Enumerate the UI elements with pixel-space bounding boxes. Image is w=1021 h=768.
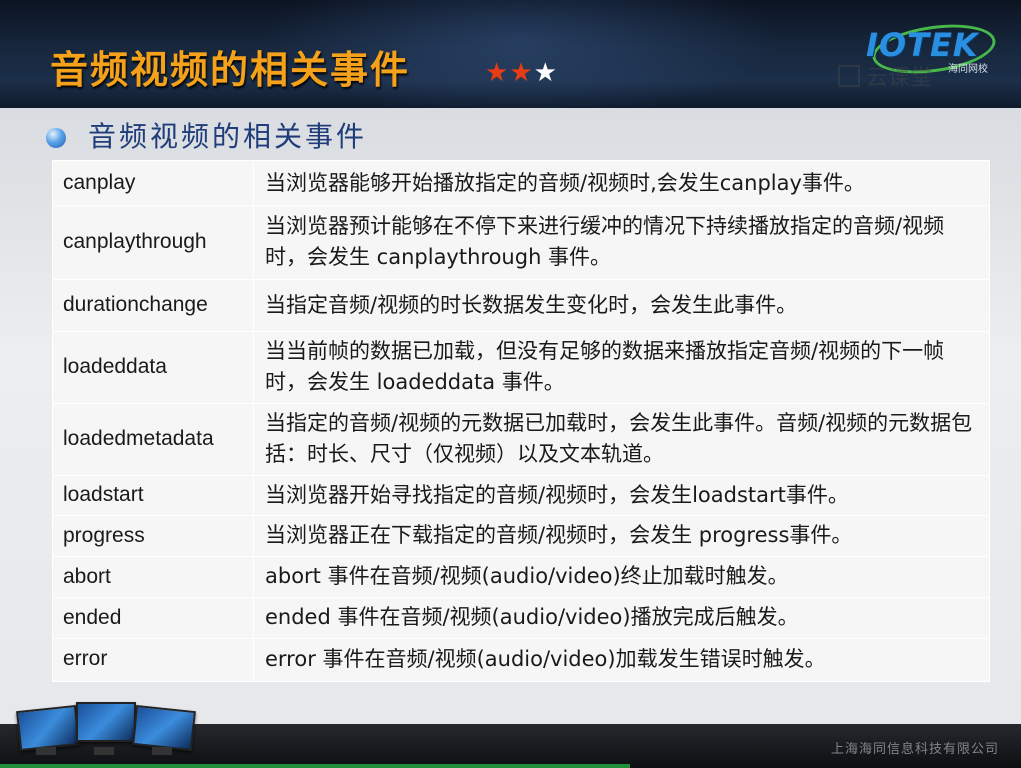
- table-row: canplay 当浏览器能够开始播放指定的音频/视频时,会发生canplay事件…: [53, 161, 989, 206]
- event-description: 当浏览器开始寻找指定的音频/视频时，会发生loadstart事件。: [265, 482, 849, 507]
- event-description: 当指定的音频/视频的元数据已加载时，会发生此事件。音频/视频的元数据包括：时长、…: [265, 411, 973, 466]
- event-name: durationchange: [63, 293, 208, 316]
- logo-text: IOTEK: [866, 26, 979, 64]
- section-heading-text: 音频视频的相关事件: [88, 120, 368, 153]
- event-description: 当当前帧的数据已加载，但没有足够的数据来播放指定音频/视频的下一帧时，会发生 l…: [265, 339, 945, 394]
- event-description: 当指定音频/视频的时长数据发生变化时，会发生此事件。: [265, 292, 798, 317]
- monitor-icon: [76, 702, 136, 742]
- monitor-icon: [16, 704, 80, 752]
- slide-header: 音频视频的相关事件 ★★★ IOTEK 海同网校 云课堂: [0, 0, 1021, 108]
- monitor-stand: [94, 747, 114, 755]
- watermark-text: 云课堂: [866, 66, 933, 91]
- table-row: abort abort 事件在音频/视频(audio/video)终止加载时触发…: [53, 556, 989, 598]
- event-description: abort 事件在音频/视频(audio/video)终止加载时触发。: [265, 564, 789, 588]
- table-row: canplaythrough 当浏览器预计能够在不停下来进行缓冲的情况下持续播放…: [53, 205, 989, 280]
- monitor-icon: [132, 704, 196, 752]
- event-name: abort: [63, 564, 111, 588]
- event-name: error: [63, 647, 108, 670]
- monitor-stand: [36, 747, 56, 755]
- star-icon: ★: [533, 58, 558, 88]
- table-row: error error 事件在音频/视频(audio/video)加载发生错误时…: [53, 638, 989, 680]
- star-icon: ★: [509, 58, 534, 88]
- event-name: progress: [63, 523, 145, 547]
- slide-title: 音频视频的相关事件: [50, 48, 411, 92]
- table-row: loadstart 当浏览器开始寻找指定的音频/视频时，会发生loadstart…: [53, 475, 989, 516]
- table-row: ended ended 事件在音频/视频(audio/video)播放完成后触发…: [53, 597, 989, 639]
- footer-accent-bar: [0, 764, 630, 768]
- event-name: canplaythrough: [63, 230, 207, 253]
- event-name: loadeddata: [63, 355, 167, 378]
- company-name: 上海海同信息科技有限公司: [830, 742, 999, 757]
- event-description: 当浏览器能够开始播放指定的音频/视频时,会发生canplay事件。: [265, 170, 865, 195]
- table-row: loadedmetadata 当指定的音频/视频的元数据已加载时，会发生此事件。…: [53, 403, 989, 476]
- event-description: error 事件在音频/视频(audio/video)加载发生错误时触发。: [265, 646, 826, 671]
- events-table: canplay 当浏览器能够开始播放指定的音频/视频时,会发生canplay事件…: [52, 160, 990, 682]
- event-name: ended: [63, 605, 122, 629]
- event-description: ended 事件在音频/视频(audio/video)播放完成后触发。: [265, 605, 799, 629]
- monitors-graphic: [10, 700, 200, 762]
- event-description: 当浏览器预计能够在不停下来进行缓冲的情况下持续播放指定的音频/视频时，会发生 c…: [265, 214, 945, 269]
- event-description: 当浏览器正在下载指定的音频/视频时，会发生 progress事件。: [265, 523, 853, 547]
- event-name: loadedmetadata: [63, 427, 214, 450]
- logo-subtext: 海同网校: [948, 64, 988, 75]
- table-row: progress 当浏览器正在下载指定的音频/视频时，会发生 progress事…: [53, 515, 989, 557]
- table-row: loadeddata 当当前帧的数据已加载，但没有足够的数据来播放指定音频/视频…: [53, 331, 989, 404]
- star-icon: ★: [485, 58, 510, 88]
- event-name: canplay: [63, 171, 136, 194]
- event-name: loadstart: [63, 483, 144, 506]
- monitor-stand: [152, 747, 172, 755]
- watermark: 云课堂: [838, 60, 932, 92]
- rating-stars: ★★★: [485, 58, 558, 88]
- watermark-icon: [838, 65, 860, 87]
- table-row: durationchange 当指定音频/视频的时长数据发生变化时，会发生此事件…: [53, 279, 989, 332]
- bullet-icon: [46, 128, 66, 148]
